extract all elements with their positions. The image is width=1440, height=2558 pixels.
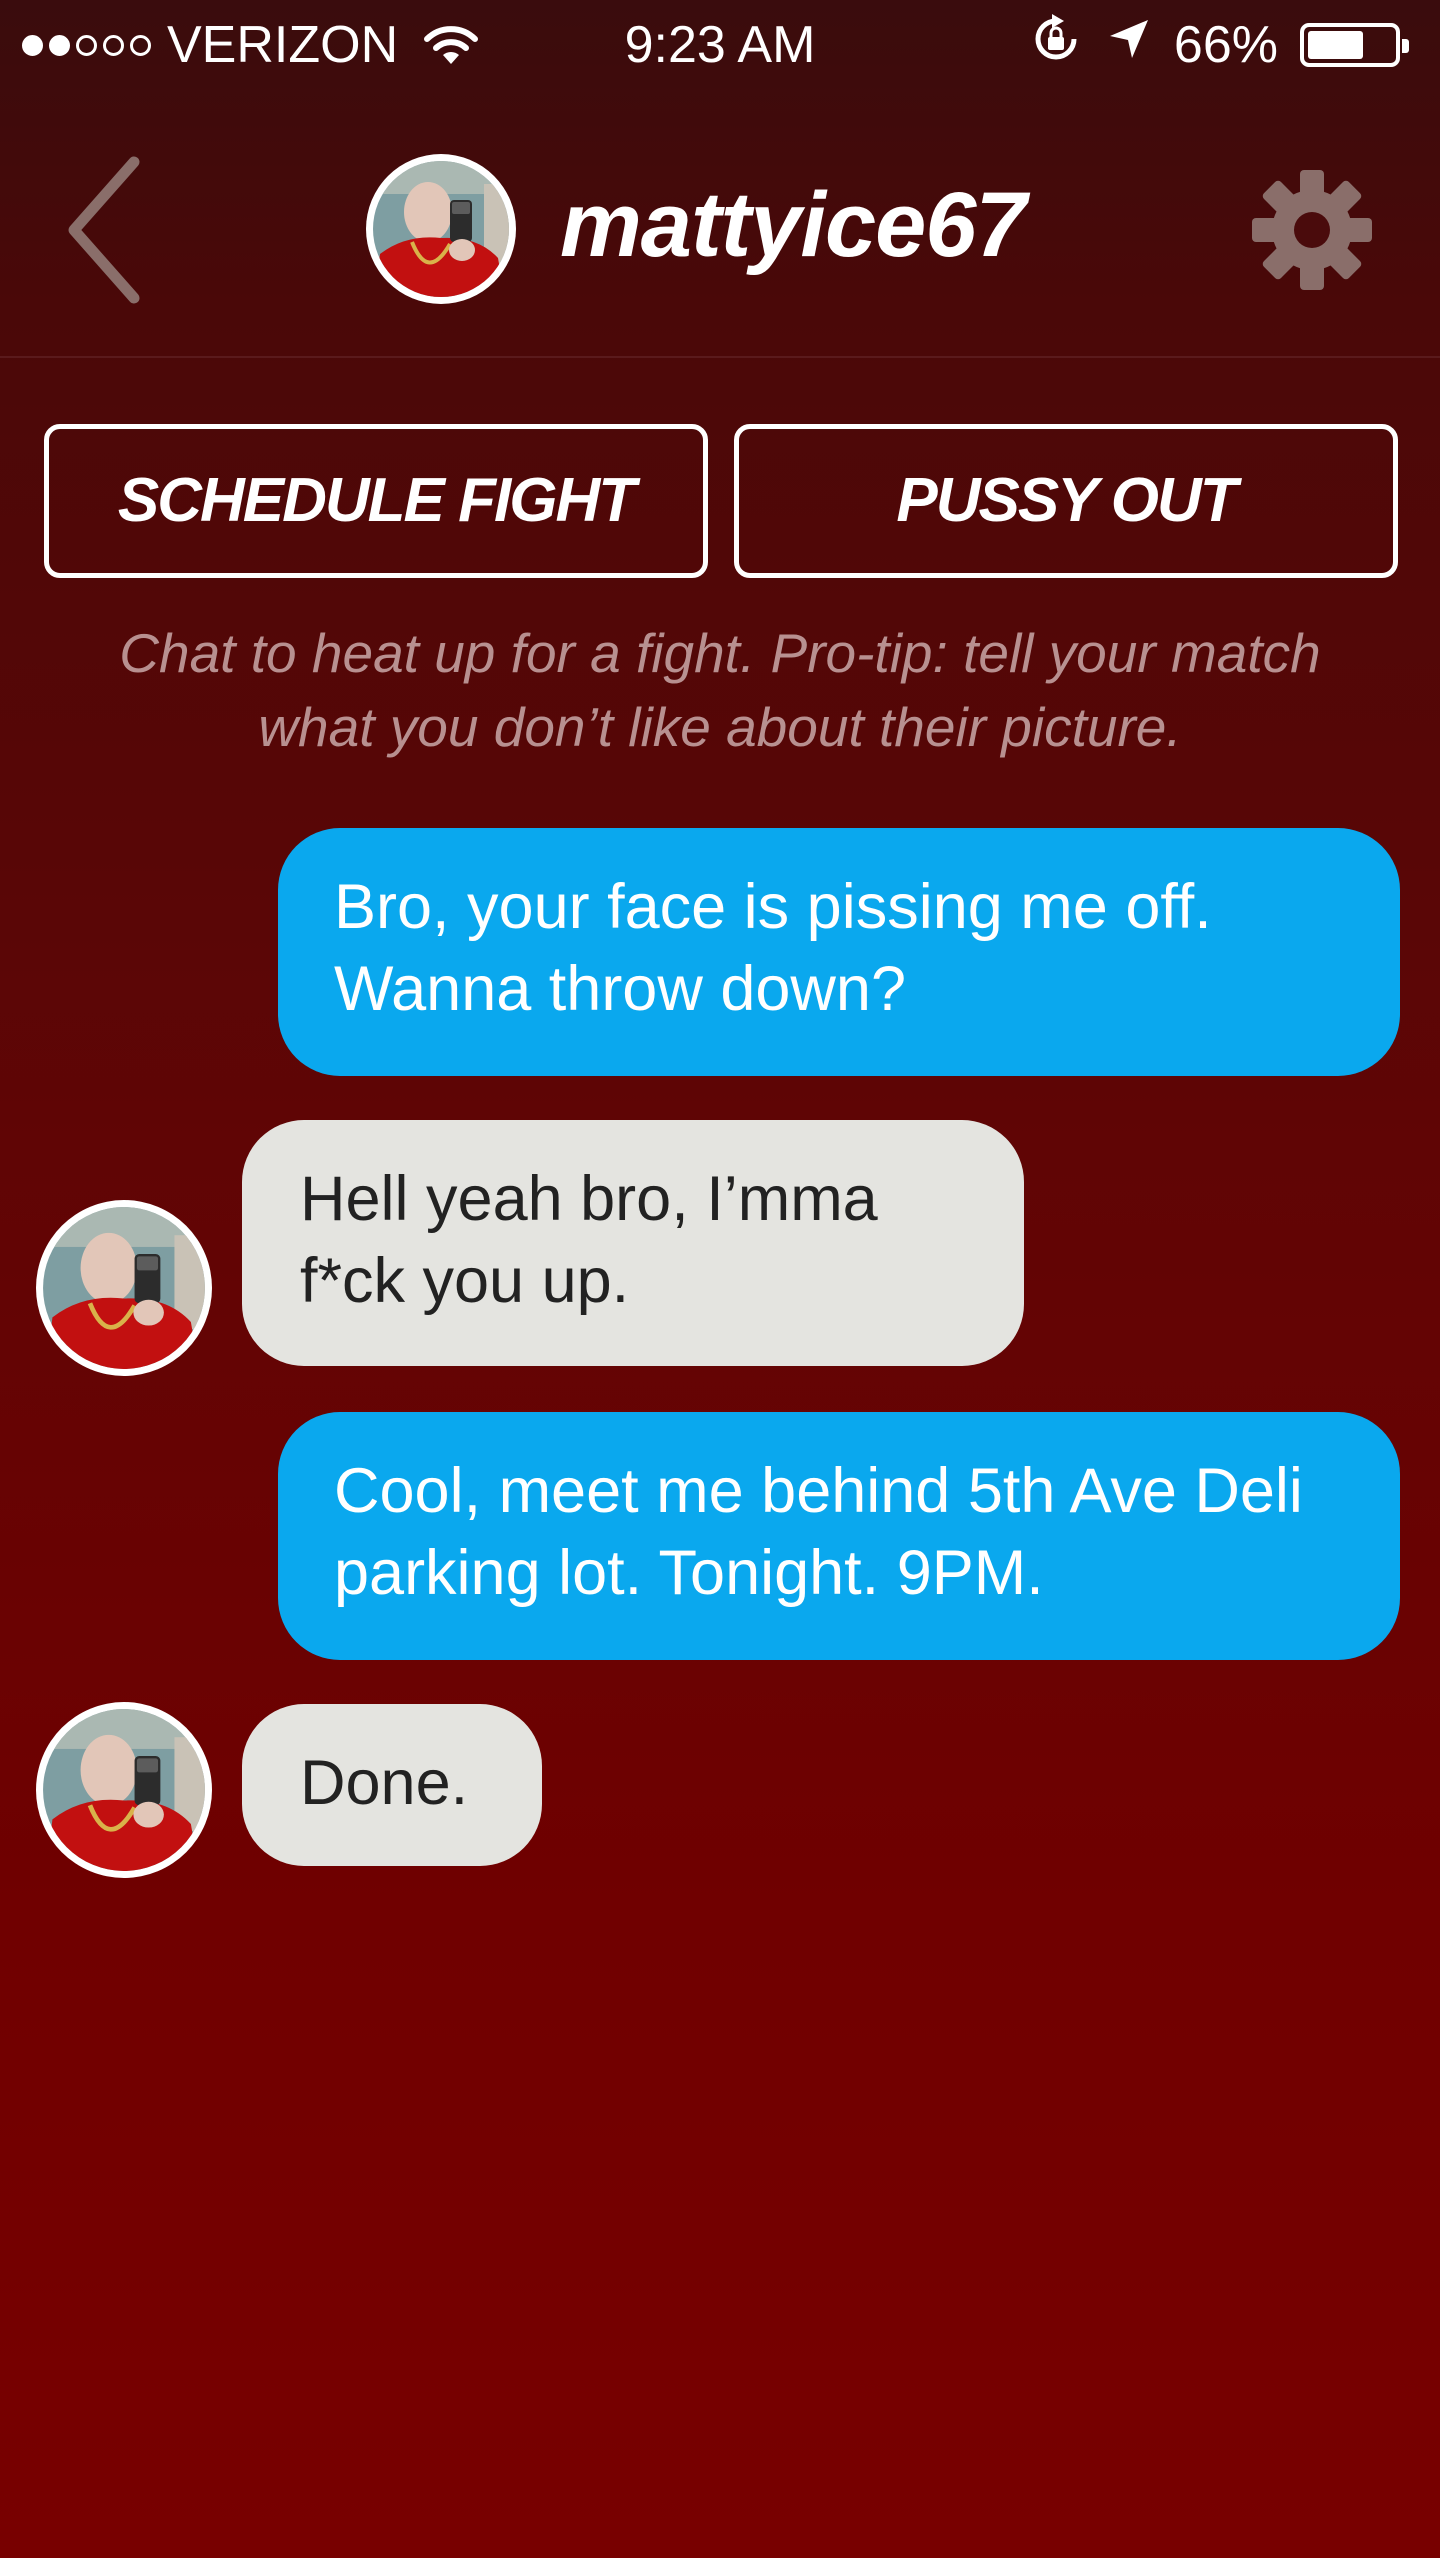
match-avatar[interactable] — [36, 1702, 212, 1878]
match-avatar[interactable] — [36, 1200, 212, 1376]
match-avatar[interactable] — [366, 154, 516, 304]
pussy-out-button[interactable]: PUSSY OUT — [734, 424, 1398, 578]
chevron-left-icon — [68, 156, 140, 304]
battery-percent: 66% — [1173, 16, 1278, 74]
message-incoming: Done. — [242, 1704, 542, 1866]
message-incoming: Hell yeah bro, I’mma f*ck you up. — [242, 1120, 1024, 1366]
gear-icon — [1252, 170, 1372, 290]
battery-icon — [1300, 23, 1409, 67]
status-right: 66% — [1028, 13, 1410, 76]
chat-header: mattyice67 — [0, 90, 1440, 358]
chat-screen: VERIZON 9:23 AM 66% mattyice67 SCHEDULE … — [0, 0, 1440, 2558]
match-username: mattyice67 — [560, 174, 1027, 276]
message-outgoing: Bro, your face is pissing me off. Wanna … — [278, 828, 1400, 1076]
header-divider — [0, 356, 1440, 358]
back-button[interactable] — [50, 150, 160, 310]
message-outgoing: Cool, meet me behind 5th Ave Deli parkin… — [278, 1412, 1400, 1660]
battery-level — [1308, 31, 1364, 59]
location-arrow-icon — [1106, 15, 1152, 75]
rotation-lock-icon — [1028, 11, 1084, 80]
status-bar: VERIZON 9:23 AM 66% — [0, 0, 1440, 90]
schedule-fight-button[interactable]: SCHEDULE FIGHT — [44, 424, 708, 578]
settings-button[interactable] — [1248, 166, 1376, 294]
chat-tip: Chat to heat up for a fight. Pro-tip: te… — [119, 622, 1321, 758]
